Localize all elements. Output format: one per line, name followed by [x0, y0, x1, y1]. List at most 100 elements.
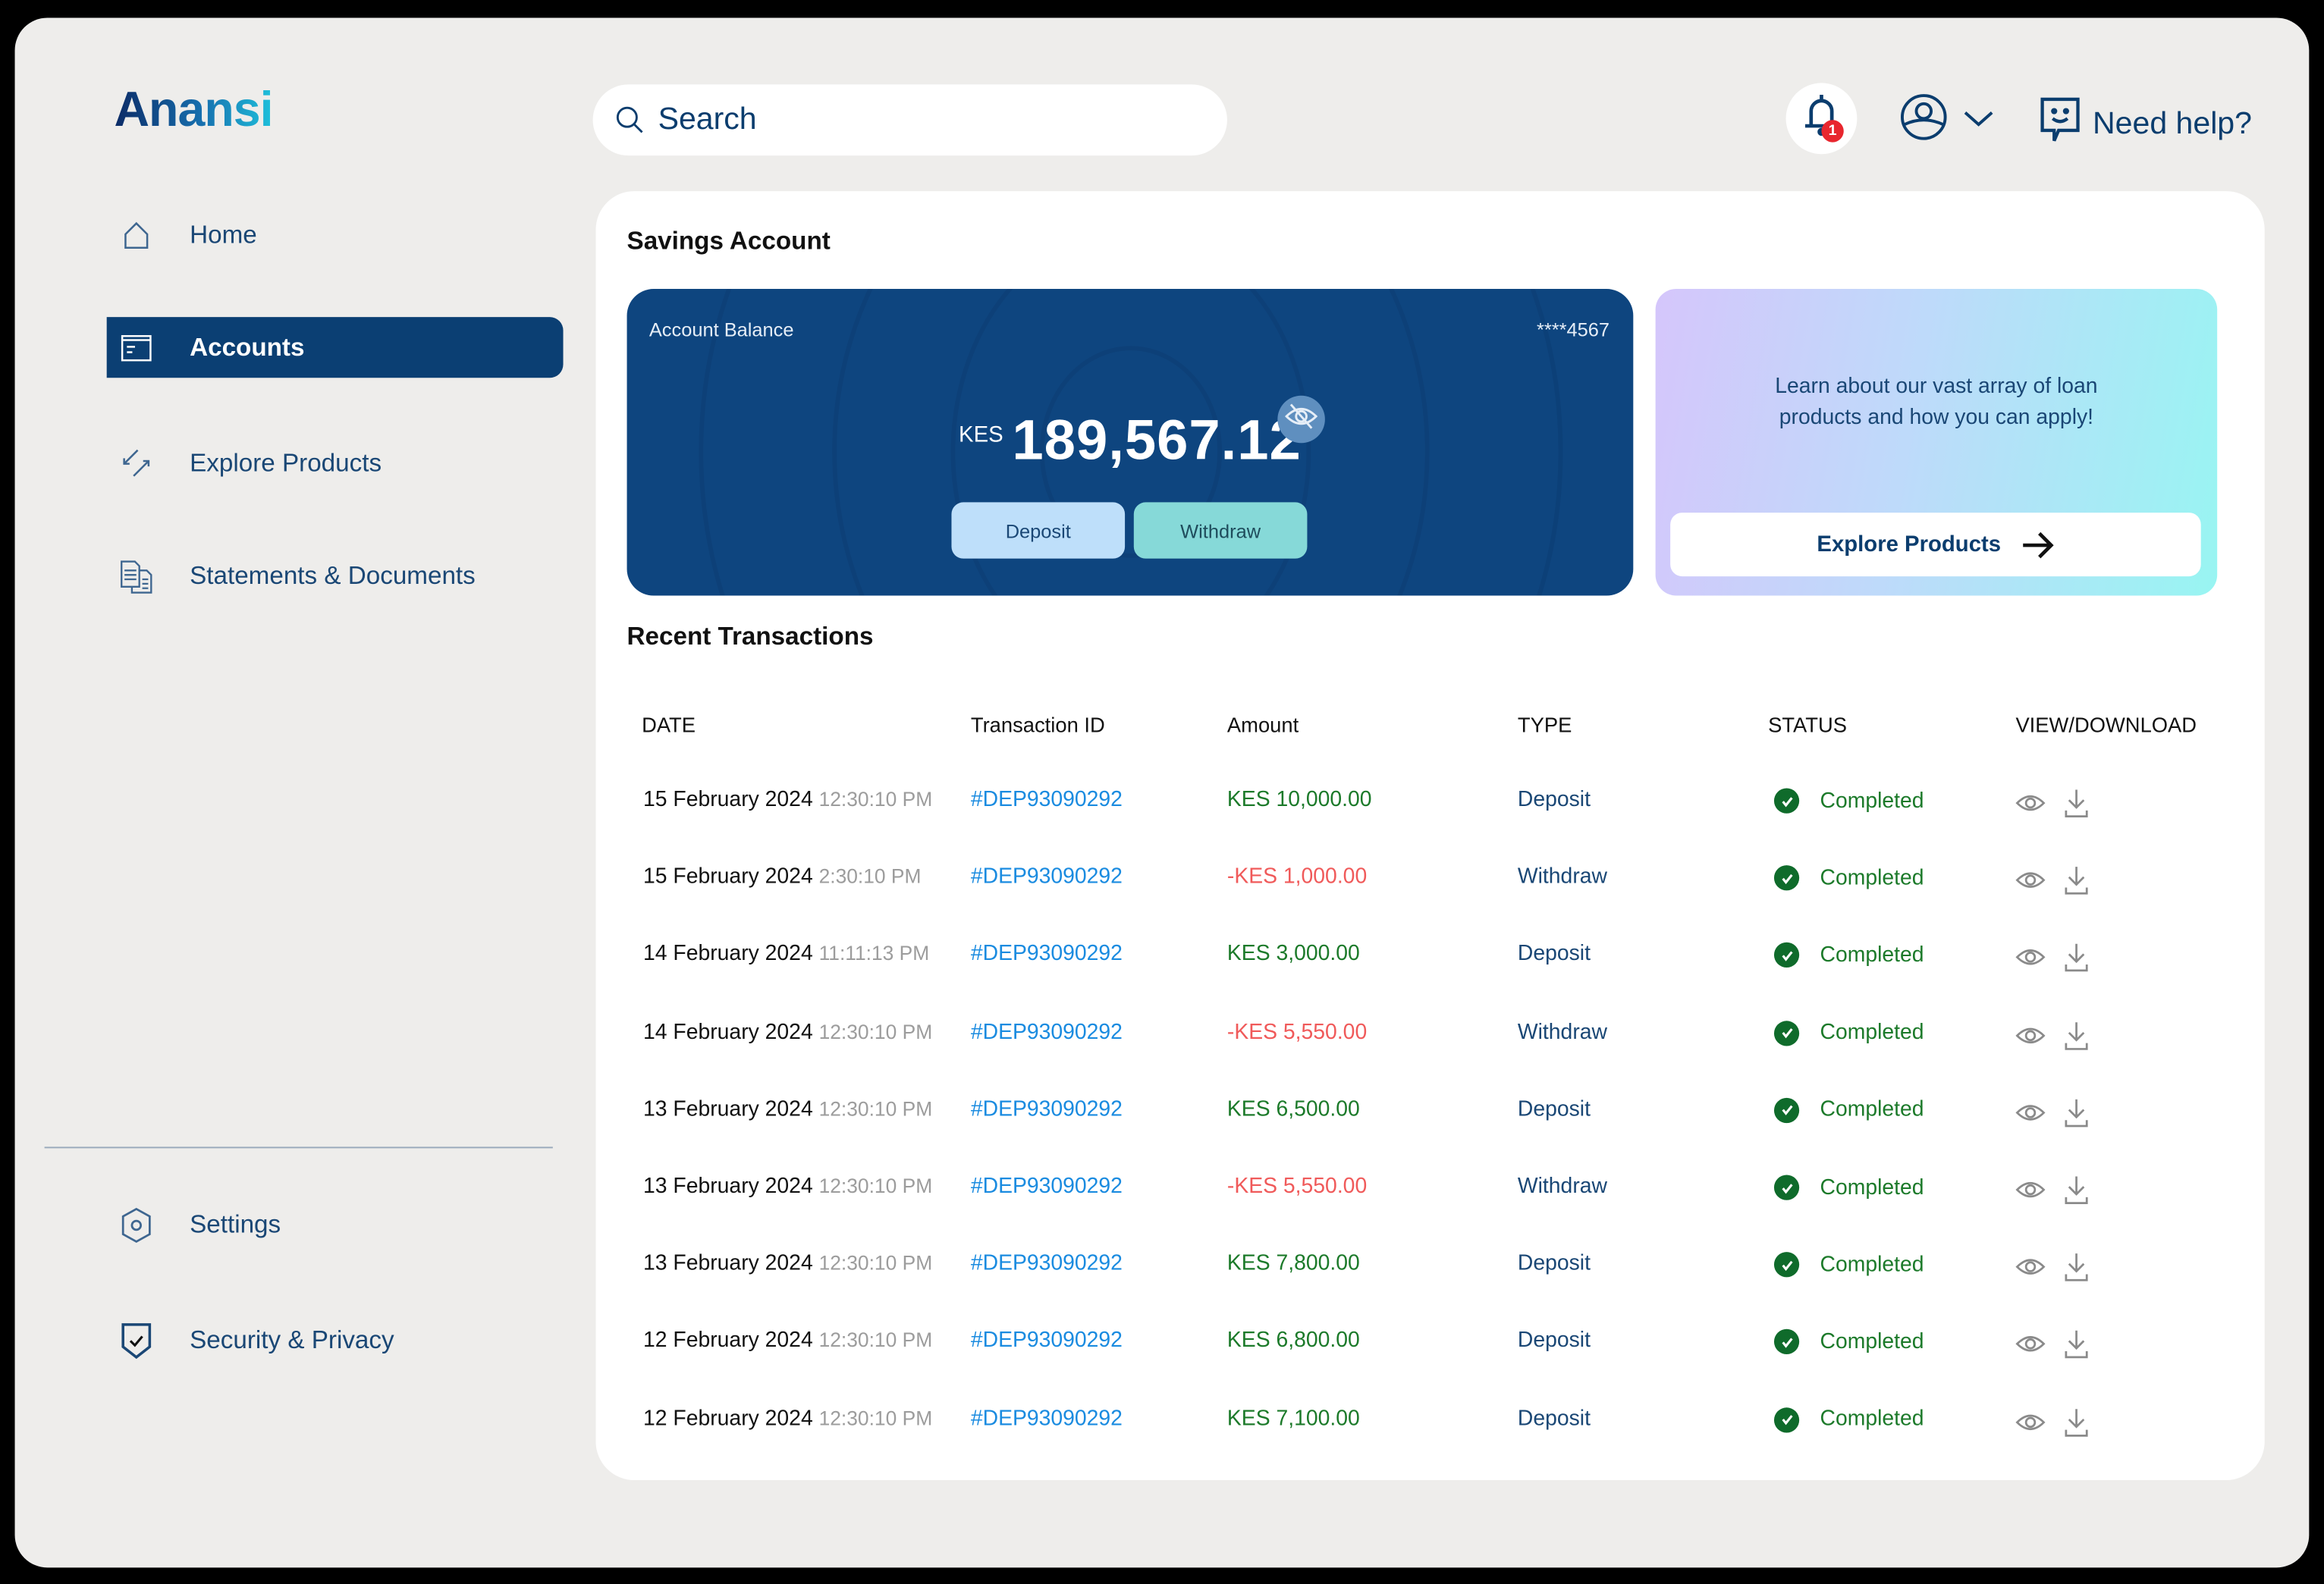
row-actions	[2015, 866, 2090, 896]
transaction-id-link[interactable]: #DEP93090292	[971, 1175, 1123, 1199]
explore-products-label: Explore Products	[1817, 532, 2002, 557]
download-icon[interactable]	[2063, 1021, 2090, 1050]
transaction-id-link[interactable]: #DEP93090292	[971, 866, 1123, 889]
download-icon[interactable]	[2063, 1330, 2090, 1360]
view-icon[interactable]	[2015, 1178, 2046, 1201]
transaction-id-link[interactable]: #DEP93090292	[971, 789, 1123, 812]
notification-badge: 1	[1821, 120, 1844, 143]
transaction-date: 14 February 2024 11:11:13 PM	[643, 943, 929, 967]
search-input[interactable]	[655, 100, 1165, 140]
transaction-date: 13 February 2024 12:30:10 PM	[643, 1252, 932, 1275]
explore-products-button[interactable]: Explore Products	[1670, 513, 2201, 577]
sidebar-item-label: Security & Privacy	[190, 1325, 394, 1353]
view-icon[interactable]	[2015, 1332, 2046, 1356]
time-text: 12:30:10 PM	[818, 1252, 933, 1275]
check-circle-icon	[1773, 788, 1800, 814]
transaction-date: 15 February 2024 2:30:10 PM	[643, 866, 921, 889]
transaction-amount: KES 6,500.00	[1226, 1097, 1360, 1121]
card-icon	[118, 330, 154, 365]
check-circle-icon	[1773, 1252, 1800, 1278]
sidebar-item-home[interactable]: Home	[107, 205, 564, 265]
time-text: 12:30:10 PM	[818, 1020, 933, 1043]
balance-card: Account Balance ****4567 KES 189,567.12 …	[627, 289, 1634, 596]
transaction-status: Completed	[1773, 1252, 1924, 1278]
transaction-id-link[interactable]: #DEP93090292	[971, 1252, 1123, 1275]
transaction-type: Deposit	[1517, 943, 1591, 967]
status-text: Completed	[1820, 789, 1924, 813]
withdraw-button[interactable]: Withdraw	[1133, 502, 1308, 559]
transaction-date: 12 February 2024 12:30:10 PM	[643, 1407, 932, 1431]
sidebar-item-explore-products[interactable]: Explore Products	[107, 433, 564, 494]
download-icon[interactable]	[2063, 866, 2090, 896]
transaction-status: Completed	[1773, 943, 1924, 968]
view-icon[interactable]	[2015, 1023, 2046, 1046]
date-text: 15 February 2024	[643, 788, 813, 812]
download-icon[interactable]	[2063, 1407, 2090, 1437]
table-row[interactable]: 14 February 2024 11:11:13 PM #DEP9309029…	[596, 943, 2265, 988]
transaction-id-link[interactable]: #DEP93090292	[971, 1021, 1123, 1044]
view-icon[interactable]	[2015, 868, 2046, 892]
transaction-date: 12 February 2024 12:30:10 PM	[643, 1330, 932, 1353]
recent-transactions-title: Recent Transactions	[627, 622, 874, 651]
promo-text-line2: products and how you can apply!	[1779, 406, 2094, 430]
download-icon[interactable]	[2063, 943, 2090, 973]
download-icon[interactable]	[2063, 1175, 2090, 1205]
column-header-transaction-id: Transaction ID	[970, 712, 1105, 737]
transaction-id-link[interactable]: #DEP93090292	[971, 1330, 1123, 1353]
search-bar[interactable]	[592, 84, 1227, 156]
table-row[interactable]: 13 February 2024 12:30:10 PM #DEP9309029…	[596, 1252, 2265, 1297]
download-icon[interactable]	[2063, 1252, 2090, 1281]
toggle-balance-visibility-button[interactable]	[1277, 395, 1325, 444]
table-row[interactable]: 14 February 2024 12:30:10 PM #DEP9309029…	[596, 1020, 2265, 1065]
user-menu-button[interactable]	[1900, 93, 1995, 148]
sidebar-item-statements-documents[interactable]: Statements & Documents	[107, 545, 564, 606]
view-icon[interactable]	[2015, 946, 2046, 969]
notifications-button[interactable]: 1	[1785, 83, 1858, 155]
column-header-amount: Amount	[1226, 712, 1299, 737]
table-row[interactable]: 15 February 2024 2:30:10 PM #DEP93090292…	[596, 865, 2265, 911]
user-avatar-icon	[1900, 93, 1948, 148]
explore-arrows-icon	[118, 445, 154, 481]
sidebar-item-label: Explore Products	[190, 448, 382, 477]
date-text: 14 February 2024	[643, 1020, 813, 1044]
transaction-id-link[interactable]: #DEP93090292	[971, 1098, 1123, 1121]
column-header-date: DATE	[642, 712, 696, 737]
check-circle-icon	[1773, 943, 1800, 968]
download-icon[interactable]	[2063, 789, 2090, 818]
date-text: 13 February 2024	[643, 1097, 813, 1121]
view-icon[interactable]	[2015, 1255, 2046, 1278]
view-icon[interactable]	[2015, 1410, 2046, 1433]
status-text: Completed	[1820, 1407, 1924, 1432]
check-circle-icon	[1773, 865, 1800, 891]
transaction-type: Deposit	[1517, 1252, 1591, 1276]
date-text: 14 February 2024	[643, 943, 813, 967]
chevron-down-icon	[1962, 108, 1995, 134]
table-row[interactable]: 13 February 2024 12:30:10 PM #DEP9309029…	[596, 1097, 2265, 1143]
transaction-status: Completed	[1773, 1329, 1924, 1355]
transaction-type: Deposit	[1517, 1329, 1591, 1353]
promo-text: Learn about our vast array of loan produ…	[1656, 372, 2218, 434]
table-row[interactable]: 15 February 2024 12:30:10 PM #DEP9309029…	[596, 788, 2265, 833]
view-icon[interactable]	[2015, 791, 2046, 814]
sidebar-item-security-privacy[interactable]: Security & Privacy	[107, 1310, 564, 1370]
sidebar-item-settings[interactable]: Settings	[107, 1194, 564, 1255]
balance-label: Account Balance	[649, 318, 794, 341]
deposit-button[interactable]: Deposit	[951, 502, 1126, 559]
transaction-amount: KES 7,800.00	[1226, 1252, 1360, 1276]
sidebar-item-label: Home	[190, 220, 257, 249]
brand-logo[interactable]: Anansi	[114, 81, 273, 137]
view-icon[interactable]	[2015, 1100, 2046, 1124]
table-row[interactable]: 12 February 2024 12:30:10 PM #DEP9309029…	[596, 1329, 2265, 1375]
status-text: Completed	[1820, 943, 1924, 968]
sidebar-item-accounts[interactable]: Accounts	[106, 317, 564, 378]
settings-icon	[118, 1206, 154, 1243]
transaction-id-link[interactable]: #DEP93090292	[971, 943, 1123, 967]
transaction-amount: -KES 5,550.00	[1226, 1175, 1368, 1199]
sidebar-divider	[44, 1146, 553, 1149]
transaction-id-link[interactable]: #DEP93090292	[971, 1407, 1123, 1431]
help-link[interactable]: Need help?	[2040, 96, 2252, 152]
table-row[interactable]: 12 February 2024 12:30:10 PM #DEP9309029…	[596, 1407, 2265, 1452]
shield-check-icon	[118, 1322, 154, 1359]
table-row[interactable]: 13 February 2024 12:30:10 PM #DEP9309029…	[596, 1175, 2265, 1220]
download-icon[interactable]	[2063, 1098, 2090, 1128]
